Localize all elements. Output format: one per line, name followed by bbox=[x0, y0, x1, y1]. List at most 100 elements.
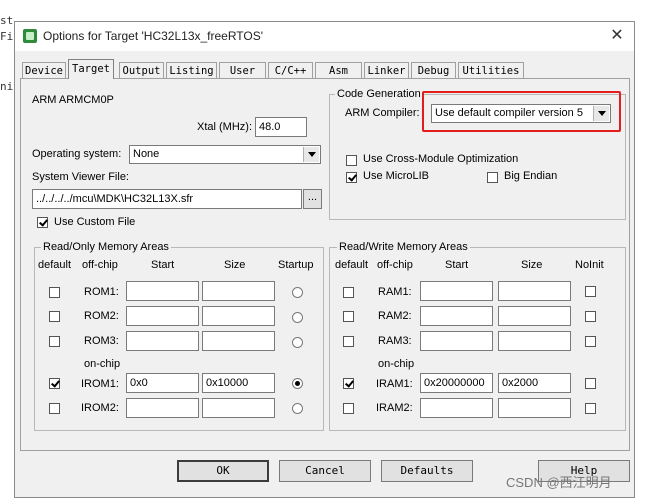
svf-input[interactable]: ../../../../mcu\MDK\HC32L13X.sfr bbox=[32, 189, 302, 209]
os-label: Operating system: bbox=[32, 148, 122, 160]
tab-linker[interactable]: Linker bbox=[364, 62, 409, 78]
rom2-label: ROM2: bbox=[84, 310, 119, 322]
device-name: ARM ARMCM0P bbox=[32, 94, 114, 106]
ram1-start-input[interactable] bbox=[420, 281, 493, 301]
irom1-default-checkbox[interactable] bbox=[49, 378, 60, 389]
ro-header-default: default bbox=[38, 259, 72, 271]
iram2-noinit-checkbox[interactable] bbox=[585, 403, 596, 414]
tab-output[interactable]: Output bbox=[119, 62, 164, 78]
tab-c-cpp[interactable]: C/C++ bbox=[268, 62, 313, 78]
use-custom-file-label: Use Custom File bbox=[54, 216, 136, 228]
dialog-title: Options for Target 'HC32L13x_freeRTOS' bbox=[43, 29, 264, 43]
ram3-label: RAM3: bbox=[378, 335, 412, 347]
irom1-start-input[interactable]: 0x0 bbox=[126, 373, 199, 393]
irom1-startup-radio[interactable] bbox=[292, 378, 303, 389]
iram1-noinit-checkbox[interactable] bbox=[585, 378, 596, 389]
tab-device[interactable]: Device bbox=[22, 62, 66, 78]
rom2-size-input[interactable] bbox=[202, 306, 275, 326]
rom2-start-input[interactable] bbox=[126, 306, 199, 326]
ram2-default-checkbox[interactable] bbox=[343, 311, 354, 322]
rw-onchip-label: on-chip bbox=[378, 358, 415, 370]
rw-header-offchip: off-chip bbox=[377, 259, 413, 271]
ram3-noinit-checkbox[interactable] bbox=[585, 336, 596, 347]
rom1-startup-radio[interactable] bbox=[292, 287, 303, 298]
iram1-size-input[interactable]: 0x2000 bbox=[498, 373, 571, 393]
ram1-default-checkbox[interactable] bbox=[343, 287, 354, 298]
rom2-startup-radio[interactable] bbox=[292, 312, 303, 323]
tab-utilities[interactable]: Utilities bbox=[458, 62, 524, 78]
tab-debug[interactable]: Debug bbox=[411, 62, 456, 78]
rom2-default-checkbox[interactable] bbox=[49, 311, 60, 322]
options-dialog: Options for Target 'HC32L13x_freeRTOS' ✕… bbox=[14, 21, 635, 498]
rw-header-default: default bbox=[335, 259, 369, 271]
iram2-start-input[interactable] bbox=[420, 398, 493, 418]
irom1-size-input[interactable]: 0x10000 bbox=[202, 373, 275, 393]
code-generation-title: Code Generation bbox=[335, 88, 423, 100]
iram2-label: IRAM2: bbox=[376, 402, 413, 414]
use-custom-file-checkbox[interactable] bbox=[37, 217, 48, 228]
rom1-start-input[interactable] bbox=[126, 281, 199, 301]
ram1-noinit-checkbox[interactable] bbox=[585, 286, 596, 297]
app-icon bbox=[23, 29, 37, 43]
cancel-button[interactable]: Cancel bbox=[279, 460, 371, 482]
rom3-startup-radio[interactable] bbox=[292, 337, 303, 348]
tab-listing[interactable]: Listing bbox=[166, 62, 217, 78]
ram2-label: RAM2: bbox=[378, 310, 412, 322]
iram1-default-checkbox[interactable] bbox=[343, 378, 354, 389]
cross-module-checkbox[interactable] bbox=[346, 155, 357, 166]
big-endian-checkbox[interactable] bbox=[487, 172, 498, 183]
rom1-default-checkbox[interactable] bbox=[49, 287, 60, 298]
chevron-down-icon[interactable] bbox=[303, 147, 319, 162]
iram2-default-checkbox[interactable] bbox=[343, 403, 354, 414]
cross-module-label: Use Cross-Module Optimization bbox=[363, 153, 519, 165]
rom3-size-input[interactable] bbox=[202, 331, 275, 351]
ram3-size-input[interactable] bbox=[498, 331, 571, 351]
compiler-highlight-box bbox=[422, 91, 621, 132]
xtal-label: Xtal (MHz): bbox=[197, 121, 252, 133]
browse-button[interactable]: ... bbox=[303, 189, 322, 209]
rw-header-noinit: NoInit bbox=[575, 259, 604, 271]
arm-compiler-label: ARM Compiler: bbox=[345, 107, 420, 119]
rw-header-start: Start bbox=[445, 259, 469, 271]
background-code-line: ste bbox=[0, 14, 14, 27]
ro-memory-title: Read/Only Memory Areas bbox=[41, 241, 171, 253]
background-editor: ste Fi ni bbox=[0, 0, 14, 498]
irom2-size-input[interactable] bbox=[202, 398, 275, 418]
ram1-size-input[interactable] bbox=[498, 281, 571, 301]
microlib-checkbox[interactable] bbox=[346, 172, 357, 183]
irom2-label: IROM2: bbox=[81, 402, 119, 414]
os-select[interactable]: None bbox=[129, 145, 321, 164]
irom2-start-input[interactable] bbox=[126, 398, 199, 418]
iram1-label: IRAM1: bbox=[376, 378, 413, 390]
iram1-start-input[interactable]: 0x20000000 bbox=[420, 373, 493, 393]
ro-header-startup: Startup bbox=[278, 259, 314, 271]
iram2-size-input[interactable] bbox=[498, 398, 571, 418]
background-code-line: ni bbox=[0, 80, 14, 93]
rom3-default-checkbox[interactable] bbox=[49, 336, 60, 347]
ram2-noinit-checkbox[interactable] bbox=[585, 311, 596, 322]
ram1-label: RAM1: bbox=[378, 286, 412, 298]
ram2-size-input[interactable] bbox=[498, 306, 571, 326]
tab-user[interactable]: User bbox=[219, 62, 266, 78]
tab-target[interactable]: Target bbox=[68, 59, 114, 79]
watermark: CSDN @西江明月 bbox=[506, 475, 612, 490]
defaults-button[interactable]: Defaults bbox=[381, 460, 473, 482]
ro-onchip-label: on-chip bbox=[84, 358, 121, 370]
irom2-default-checkbox[interactable] bbox=[49, 403, 60, 414]
tab-asm[interactable]: Asm bbox=[315, 62, 362, 78]
irom2-startup-radio[interactable] bbox=[292, 403, 303, 414]
rom1-label: ROM1: bbox=[84, 286, 119, 298]
rom3-start-input[interactable] bbox=[126, 331, 199, 351]
close-icon[interactable]: ✕ bbox=[606, 25, 628, 47]
microlib-label: Use MicroLIB bbox=[363, 170, 430, 182]
title-bar: Options for Target 'HC32L13x_freeRTOS' ✕ bbox=[15, 22, 634, 51]
ram3-start-input[interactable] bbox=[420, 331, 493, 351]
ram3-default-checkbox[interactable] bbox=[343, 336, 354, 347]
xtal-input[interactable]: 48.0 bbox=[255, 117, 307, 137]
ram2-start-input[interactable] bbox=[420, 306, 493, 326]
svf-label: System Viewer File: bbox=[32, 171, 129, 183]
background-code-line: Fi bbox=[0, 30, 14, 43]
rw-header-size: Size bbox=[521, 259, 543, 271]
rom1-size-input[interactable] bbox=[202, 281, 275, 301]
ok-button[interactable]: OK bbox=[177, 460, 269, 482]
